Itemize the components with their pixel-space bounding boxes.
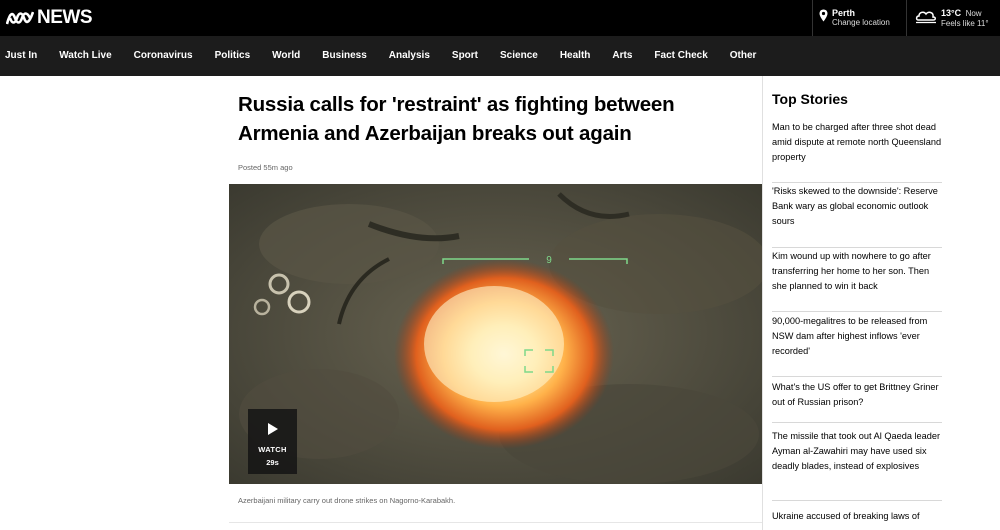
video-caption: Azerbaijani military carry out drone str… [238,496,456,505]
divider [772,422,942,423]
weather-widget[interactable]: 13°C Now Feels like 11° [906,0,1000,36]
nav-arts[interactable]: Arts [601,36,643,76]
partly-cloudy-icon [915,8,937,29]
play-icon [267,423,278,435]
article-headline: Russia calls for 'restraint' as fighting… [238,93,675,145]
top-story-link[interactable]: Ukraine accused of breaking laws of [772,509,942,524]
location-selector[interactable]: Perth Change location [812,0,904,36]
top-story-link[interactable]: 90,000-megalitres to be released from NS… [772,314,942,359]
nav-sport[interactable]: Sport [441,36,489,76]
logo-text: NEWS [37,7,93,28]
nav-business[interactable]: Business [311,36,377,76]
top-bar: NEWS Perth Change location 13°C Now Feel… [0,0,1000,36]
abc-logo-icon [6,10,34,26]
column-divider [762,76,763,530]
change-location-link[interactable]: Change location [832,18,890,28]
nav-coronavirus[interactable]: Coronavirus [123,36,204,76]
divider [772,500,942,501]
top-story-link[interactable]: 'Risks skewed to the downside': Reserve … [772,184,942,229]
feels-like: Feels like 11° [941,19,989,28]
watch-label: WATCH [258,445,287,454]
divider [772,376,942,377]
location-pin-icon [819,9,828,27]
location-city: Perth [832,8,856,18]
abc-news-logo[interactable]: NEWS [6,7,93,29]
article: Russia calls for 'restraint' as fighting… [229,76,762,530]
nav-just-in[interactable]: Just In [0,36,48,76]
temperature: 13°C [941,8,962,18]
temperature-now-label: Now [965,9,982,18]
divider [772,311,942,312]
drone-strike-video-frame: 9 [229,184,762,484]
nav-science[interactable]: Science [489,36,549,76]
main-nav: Just In Watch Live Coronavirus Politics … [0,36,1000,76]
nav-health[interactable]: Health [549,36,602,76]
top-stories-title: Top Stories [772,91,848,107]
top-stories-sidebar: Top Stories Man to be charged after thre… [772,76,942,530]
video-duration: 29s [266,458,279,467]
nav-analysis[interactable]: Analysis [378,36,441,76]
divider [229,522,762,523]
nav-politics[interactable]: Politics [204,36,262,76]
top-story-link[interactable]: The missile that took out Al Qaeda leade… [772,429,942,474]
watch-video-button[interactable]: WATCH 29s [248,409,297,474]
nav-world[interactable]: World [261,36,311,76]
video-player[interactable]: 9 WATCH 29s [229,184,762,484]
nav-fact-check[interactable]: Fact Check [643,36,718,76]
divider [772,182,942,183]
top-story-link[interactable]: Kim wound up with nowhere to go after tr… [772,249,942,294]
top-story-link[interactable]: Man to be charged after three shot dead … [772,120,942,165]
hud-number: 9 [546,255,552,266]
nav-other[interactable]: Other [719,36,768,76]
nav-watch-live[interactable]: Watch Live [48,36,122,76]
posted-time: Posted 55m ago [238,163,293,172]
divider [772,247,942,248]
top-story-link[interactable]: What's the US offer to get Brittney Grin… [772,380,942,410]
